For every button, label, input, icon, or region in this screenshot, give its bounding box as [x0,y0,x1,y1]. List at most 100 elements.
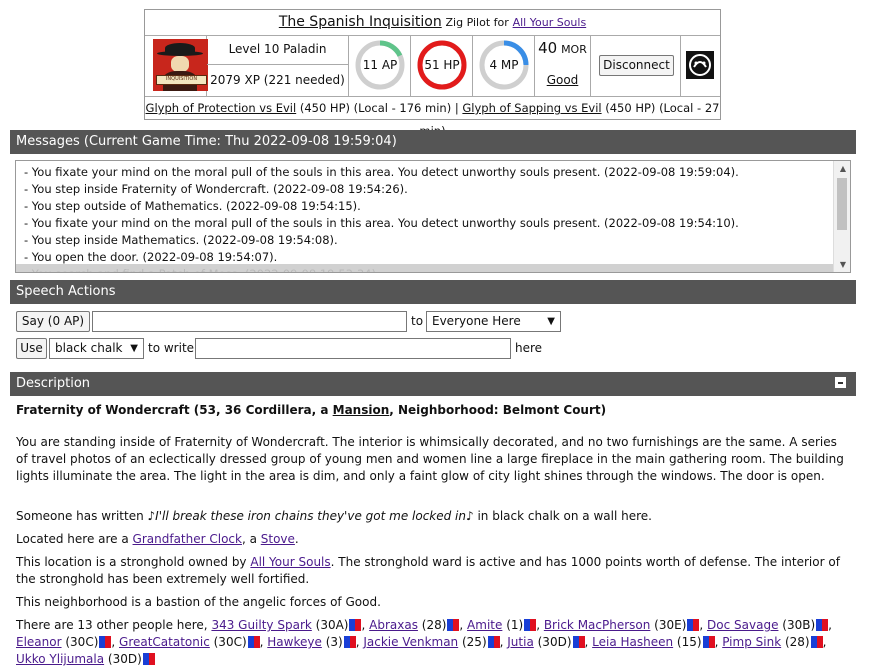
person-link[interactable]: Doc Savage [707,618,778,632]
character-name-link[interactable]: The Spanish Inquisition [279,14,442,30]
items-line: Located here are a Grandfather Clock, a … [16,531,846,548]
group-link[interactable]: All Your Souls [513,16,587,29]
glyph-sapping-link[interactable]: Glyph of Sapping vs Evil [462,101,601,115]
person-separator: , [361,618,370,632]
to-write-label: to write [148,341,195,355]
scroll-thumb[interactable] [837,178,847,230]
person-link[interactable]: Pimp Sink [722,635,781,649]
avatar[interactable]: INQUISITION [153,39,208,91]
messages-header: Messages (Current Game Time: Thu 2022-09… [10,130,856,154]
messages-scrollbar[interactable]: ▲ ▼ [833,161,850,272]
message-line: - You step inside Fraternity of Wondercr… [24,182,408,196]
disconnect-button[interactable]: Disconnect [599,55,674,76]
location-title-suffix: , Neighborhood: Belmont Court) [389,403,607,417]
person-link[interactable]: Hawkeye [267,635,322,649]
alignment-link[interactable]: Good [547,73,579,87]
person-link[interactable]: Eleanor [16,635,62,649]
say-target-select[interactable]: Everyone Here ▼ [426,311,561,332]
person-separator: , [828,618,832,632]
faction-flag-icon [687,619,700,631]
person-tag: (15) [673,635,702,649]
items-end: . [294,532,299,546]
graffiti-prefix: Someone has written [16,509,148,523]
faction-flag-icon [524,619,537,631]
bastion-line: This neighborhood is a bastion of the an… [16,595,381,609]
xp-text: 2079 XP (221 needed) [210,73,345,87]
stronghold-owner-link[interactable]: All Your Souls [250,555,330,569]
faction-flag-icon [702,636,715,648]
faction-flag-icon [343,636,356,648]
faction-flag-icon [487,636,500,648]
person-tag: (1) [502,618,524,632]
person-separator: , [459,618,468,632]
scroll-down-icon[interactable]: ▼ [840,260,846,269]
chevron-down-icon: ▼ [130,343,138,354]
hp-cell: 51 HP [411,35,473,96]
person-link[interactable]: Jutia [507,635,534,649]
morale-cell: 40 MOR Good [535,35,591,96]
hp-value: 51 HP [424,58,460,72]
person-separator: , [584,635,593,649]
person-link[interactable]: GreatCatatonic [119,635,210,649]
person-separator: , [536,618,544,632]
level-cell: Level 10 Paladin [207,35,349,65]
faction-flag-icon [142,653,155,665]
glyph-separator: | [454,101,459,115]
messages-log[interactable]: - You fixate your mind on the moral pull… [15,160,851,273]
stronghold-line: This location is a stronghold owned by A… [16,554,846,588]
person-link[interactable]: Brick MacPherson [544,618,651,632]
glyph-effects-row: Glyph of Protection vs Evil (450 HP) (Lo… [145,96,720,138]
use-button[interactable]: Use [16,338,47,359]
message-line: - You fixate your mind on the moral pull… [24,165,739,179]
items-prefix: Located here are a [16,532,133,546]
person-link[interactable]: Ukko Ylijumala [16,652,104,666]
network-icon[interactable] [686,51,714,79]
person-separator: , [699,618,708,632]
glyph-protection-link[interactable]: Glyph of Protection vs Evil [146,101,297,115]
person-tag: (30C) [61,635,99,649]
person-link[interactable]: Abraxas [369,618,418,632]
person-link[interactable]: Amite [467,618,502,632]
faction-flag-icon [810,636,823,648]
graffiti-suffix: in black chalk on a wall here. [473,509,652,523]
scroll-up-icon[interactable]: ▲ [840,164,846,173]
description-header: Description [10,372,856,396]
mp-value: 4 MP [489,58,519,72]
building-type-link[interactable]: Mansion [333,403,390,417]
level-text: Level 10 Paladin [228,42,327,56]
write-item-select[interactable]: black chalk ▼ [49,338,144,359]
grandfather-clock-link[interactable]: Grandfather Clock [133,532,242,546]
person-link[interactable]: 343 Guilty Spark [211,618,311,632]
hp-gauge: 51 HP [416,39,468,91]
to-label: to [411,314,424,328]
stove-link[interactable]: Stove [261,532,295,546]
faction-flag-icon [349,619,362,631]
items-separator: , a [241,532,261,546]
faction-flag-icon [447,619,460,631]
ap-gauge: 11 AP [354,39,406,91]
ap-cell: 11 AP [349,35,411,96]
person-separator: , [822,635,827,649]
network-icon-cell [681,35,721,96]
graffiti-line: Someone has written ♪I'll break these ir… [16,508,846,525]
location-title: Fraternity of Wondercraft (53, 36 Cordil… [16,402,846,419]
morale-value: 40 [538,39,558,57]
write-input[interactable] [195,338,511,359]
chevron-down-icon: ▼ [547,316,555,327]
stronghold-prefix: This location is a stronghold owned by [16,555,251,569]
people-prefix: There are 13 other people here, [16,618,212,632]
person-link[interactable]: Leia Hasheen [592,635,673,649]
messages-list: - You fixate your mind on the moral pull… [24,164,834,272]
speech-actions-header: Speech Actions [10,280,856,304]
ap-value: 11 AP [362,58,398,72]
collapse-icon[interactable] [835,377,846,388]
location-paragraph: You are standing inside of Fraternity of… [16,435,844,483]
person-tag: (30D) [533,635,572,649]
location-description: Fraternity of Wondercraft (53, 36 Cordil… [16,402,846,668]
person-link[interactable]: Jackie Venkman [363,635,458,649]
say-button[interactable]: Say (0 AP) [16,311,90,332]
pilot-prefix: Zig Pilot for [445,16,509,29]
say-input[interactable] [92,311,407,332]
message-line: - You step inside Mathematics. (2022-09-… [24,233,338,247]
person-tag: (30A) [311,618,349,632]
